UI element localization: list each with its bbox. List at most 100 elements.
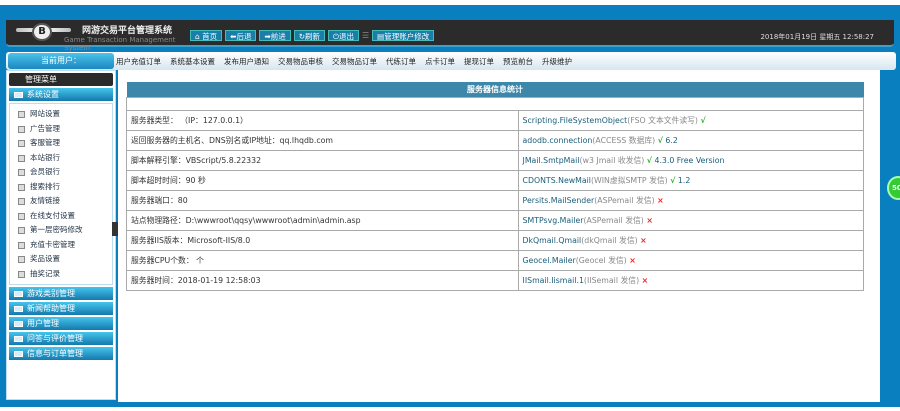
component-cell: CDONTS.NewMail(WIN虚拟SMTP 发信) √ 1.2 — [517, 169, 865, 191]
nav-link[interactable]: 用户充值订单 — [116, 56, 161, 67]
component-name: JMail.SmtpMail — [522, 155, 580, 165]
sidebar-item-label: 在线支付设置 — [30, 210, 75, 220]
component-version: 4.3.0 Free Version — [654, 155, 725, 165]
page-icon — [18, 154, 25, 162]
logo: B 网游交易平台管理系统 Game Transaction Management… — [10, 21, 186, 52]
component-desc: (ASPemail 发信) — [594, 195, 655, 205]
folder-icon — [14, 306, 23, 312]
sidebar-item-label: 广告管理 — [30, 123, 60, 133]
back-label: 后退 — [236, 32, 252, 41]
server-info-cell: 返回服务器的主机名、DNS别名或IP地址：qq.lhqdb.com — [126, 129, 519, 151]
component-version: 1.2 — [677, 175, 691, 185]
separator-icon: ☰ — [361, 31, 370, 40]
forward-button[interactable]: ➡前进 — [259, 30, 291, 41]
sidebar-group-qa[interactable]: 问答与评价管理 — [9, 332, 113, 345]
cross-icon: × — [646, 215, 653, 225]
group-label: 问答与评价管理 — [27, 334, 83, 343]
nav-link[interactable]: 交易物品审核 — [278, 56, 323, 67]
sidebar-item-label: 第一层密码修改 — [30, 225, 83, 234]
page-icon — [18, 227, 25, 234]
page-icon — [18, 256, 25, 263]
cross-icon: × — [641, 275, 649, 285]
check-icon: √ — [670, 175, 676, 185]
page-icon — [18, 125, 25, 133]
check-icon: √ — [657, 135, 663, 145]
sidebar-item[interactable]: 第一层密码修改 — [10, 223, 112, 238]
component-desc: (FSO 文本文件读写) — [627, 115, 698, 125]
header-bar: B 网游交易平台管理系统 Game Transaction Management… — [6, 20, 894, 52]
sidebar-item[interactable]: 网站设置 — [10, 107, 112, 122]
table-row: 脚本超时时间：90 秒 CDONTS.NewMail(WIN虚拟SMTP 发信) … — [126, 169, 865, 191]
server-info-cell: 服务器IIS版本：Microsoft-IIS/8.0 — [126, 229, 519, 251]
sidebar-item[interactable]: 会员银行 — [10, 165, 112, 180]
sidebar-item[interactable]: 充值卡密管理 — [10, 238, 112, 253]
nav-link[interactable]: 提现订单 — [464, 56, 494, 67]
sidebar-item-label: 抽奖记录 — [30, 268, 60, 278]
account-edit-button[interactable]: ▤管理账户修改 — [372, 30, 435, 41]
folder-icon — [14, 321, 23, 327]
server-info-cell: 服务器时间：2018-01-19 12:58:03 — [126, 269, 519, 291]
menu-title: 管理菜单 — [9, 73, 113, 86]
sidebar-item[interactable]: 友情链接 — [10, 194, 112, 209]
bottom-bar — [0, 402, 900, 407]
server-info-cell: 脚本超时时间：90 秒 — [126, 169, 519, 191]
sidebar-item[interactable]: 广告管理 — [10, 122, 112, 137]
sidebar-group-news[interactable]: 新闻帮助管理 — [9, 302, 113, 315]
component-desc: (w3 Jmail 收发信) — [579, 155, 645, 165]
page-icon — [18, 111, 25, 118]
sidebar-item-label: 网站设置 — [30, 109, 60, 118]
component-name: SMTPsvg.Mailer — [522, 215, 584, 225]
sidebar-item[interactable]: 抽奖记录 — [10, 267, 112, 282]
component-name: CDONTS.NewMail — [522, 175, 591, 185]
component-desc: (IISemail 发信) — [583, 275, 640, 285]
sidebar-item[interactable]: 客服管理 — [10, 136, 112, 151]
component-cell: SMTPsvg.Mailer(ASPemail 发信) × — [517, 209, 865, 231]
component-desc: (ACCESS 数据库) — [592, 135, 656, 145]
folder-icon — [14, 336, 23, 342]
component-name: DkQmail.Qmail — [522, 235, 582, 245]
component-name: Scripting.FileSystemObject — [522, 115, 628, 125]
sidebar-group-orders[interactable]: 信息与订单管理 — [9, 347, 113, 360]
component-cell: adodb.connection(ACCESS 数据库) √ 6.2 — [517, 129, 865, 151]
component-cell: Scripting.FileSystemObject(FSO 文本文件读写) √ — [517, 109, 865, 131]
server-info-cell: 服务器CPU个数： 个 — [126, 249, 519, 271]
account-edit-label: 管理账户修改 — [384, 32, 430, 41]
home-button[interactable]: ⌂ 首页 — [190, 30, 223, 41]
nav-link[interactable]: 交易物品订单 — [332, 56, 377, 67]
page-icon — [18, 183, 25, 191]
refresh-button[interactable]: ↻刷新 — [293, 30, 326, 41]
table-row: 服务器类型： （IP：127.0.0.1） Scripting.FileSyste… — [126, 109, 865, 131]
page-icon — [18, 198, 25, 205]
table-row: 脚本解释引擎：VBScript/5.8.22332 JMail.SmtpMail(… — [126, 149, 865, 171]
nav-link[interactable]: 升级维护 — [542, 56, 572, 67]
check-icon: √ — [700, 115, 706, 125]
sidebar-item[interactable]: 本站银行 — [10, 151, 112, 166]
component-desc: (WIN虚拟SMTP 发信) — [590, 175, 668, 185]
table-row: 返回服务器的主机名、DNS别名或IP地址：qq.lhqdb.com adodb.c… — [126, 129, 865, 151]
server-info-cell: 服务器类型： （IP：127.0.0.1） — [126, 109, 519, 131]
nav-link[interactable]: 系统基本设置 — [170, 56, 215, 67]
back-button[interactable]: ⬅后退 — [225, 30, 257, 41]
sidebar-item[interactable]: 奖品设置 — [10, 252, 112, 267]
sidebar-item[interactable]: 在线支付设置 — [10, 209, 112, 224]
table-row: 服务器时间：2018-01-19 12:58:03 IISmail.Iismail… — [126, 269, 865, 291]
logout-button[interactable]: ⏻退出 — [328, 30, 359, 41]
nav-link[interactable]: 点卡订单 — [425, 56, 455, 67]
component-cell: Persits.MailSender(ASPemail 发信) × — [517, 189, 865, 211]
nav-link[interactable]: 代练订单 — [386, 56, 416, 67]
app-subtitle: Game Transaction Management System — [64, 36, 176, 52]
sidebar: 管理菜单 系统设置 网站设置广告管理客服管理 本站银行 会员银行 搜索排行 友情链接 在线… — [6, 70, 116, 400]
sidebar-group-system[interactable]: 系统设置 — [9, 88, 113, 101]
page-icon — [18, 241, 25, 249]
group-label: 用户管理 — [27, 319, 59, 328]
folder-icon — [14, 92, 23, 98]
table-title: 服务器信息统计 — [126, 82, 864, 97]
sidebar-group-users[interactable]: 用户管理 — [9, 317, 113, 330]
nav-link[interactable]: 发布用户通知 — [224, 56, 269, 67]
nav-link[interactable]: 预览前台 — [503, 56, 533, 67]
sidebar-item[interactable]: 搜索排行 — [10, 180, 112, 195]
page-icon — [18, 270, 25, 278]
nav-bar: 当前用户： 用户充值订单 系统基本设置 发布用户通知 交易物品审核 交易物品订单… — [6, 52, 896, 70]
folder-icon — [14, 291, 23, 297]
sidebar-group-game-category[interactable]: 游戏类别管理 — [9, 287, 113, 300]
